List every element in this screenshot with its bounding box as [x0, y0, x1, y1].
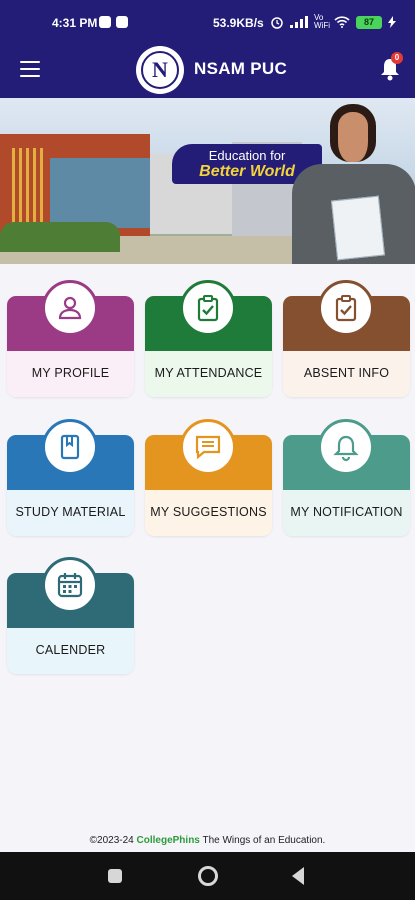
signal-icon — [290, 16, 308, 28]
college-logo: N — [136, 46, 184, 94]
battery-icon: 87 — [356, 15, 382, 29]
calendar-icon — [42, 557, 98, 613]
system-nav-bar — [0, 852, 415, 900]
hero-banner: Education for Better World — [0, 98, 415, 264]
wifi-icon — [334, 16, 350, 28]
tile-absent-info[interactable]: ABSENT INFO — [283, 280, 410, 397]
chat-icon — [180, 419, 236, 475]
slogan-line-1: Education for — [208, 148, 286, 163]
banner-building — [50, 158, 160, 228]
logo-letter: N — [141, 51, 179, 89]
recents-button[interactable] — [108, 869, 122, 883]
tile-my-profile[interactable]: MY PROFILE — [7, 280, 134, 397]
tile-label: MY NOTIFICATION — [290, 505, 403, 519]
tile-label: MY PROFILE — [31, 366, 110, 380]
footer: ©2023-24 CollegePhins The Wings of an Ed… — [0, 835, 415, 846]
clipboard-check-icon — [180, 280, 236, 336]
banner-trees — [0, 222, 120, 252]
back-button[interactable] — [292, 867, 304, 885]
network-label: Vo WiFi — [314, 13, 330, 30]
tile-my-attendance[interactable]: MY ATTENDANCE — [145, 280, 272, 397]
tile-study-material[interactable]: STUDY MATERIAL — [7, 419, 134, 536]
app-title: NSAM PUC — [194, 59, 288, 78]
footer-copyright: ©2023-24 — [89, 835, 134, 846]
charging-icon — [388, 16, 396, 28]
notification-badge: 0 — [391, 52, 403, 64]
tile-my-notification[interactable]: MY NOTIFICATION — [283, 419, 410, 536]
status-time: 4:31 PM — [52, 16, 98, 30]
tile-my-suggestions[interactable]: MY SUGGESTIONS — [145, 419, 272, 536]
clipboard-check-icon — [318, 280, 374, 336]
student-figure — [330, 104, 376, 162]
bell-icon — [318, 419, 374, 475]
tile-label: CALENDER — [35, 643, 106, 657]
network-speed: 53.9KB/s — [213, 16, 264, 30]
footer-tagline: The Wings of an Education. — [202, 835, 326, 846]
status-bar: 4:31 PM 53.9KB/s Vo WiFi 87 — [0, 0, 415, 42]
alarm-icon — [271, 17, 283, 29]
tile-label: MY ATTENDANCE — [154, 366, 263, 380]
app-bar: N NSAM PUC 0 — [0, 42, 415, 98]
system-icons: Vo WiFi 87 — [270, 14, 396, 30]
hamburger-menu-icon[interactable] — [20, 61, 40, 77]
tile-calender[interactable]: CALENDER — [7, 557, 134, 674]
certificate-image — [330, 195, 386, 261]
person-icon — [42, 280, 98, 336]
book-icon — [42, 419, 98, 475]
app-notification-icon — [116, 16, 128, 28]
tile-label: ABSENT INFO — [303, 366, 390, 380]
tile-label: MY SUGGESTIONS — [150, 505, 267, 519]
tile-label: STUDY MATERIAL — [15, 505, 126, 519]
app-notification-icon — [99, 16, 111, 28]
footer-brand-link[interactable]: CollegePhins — [137, 835, 200, 846]
home-button[interactable] — [198, 866, 218, 886]
